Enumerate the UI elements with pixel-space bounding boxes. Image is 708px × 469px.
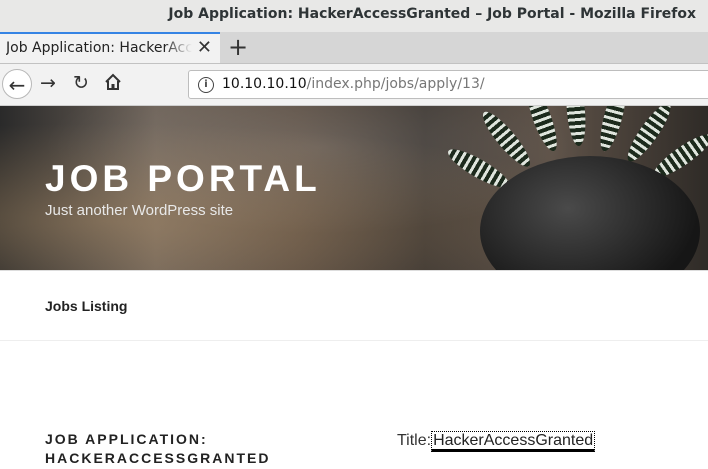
site-title[interactable]: JOB PORTAL [45, 158, 321, 200]
window-title: Job Application: HackerAccessGranted – J… [168, 6, 696, 22]
site-tagline: Just another WordPress site [45, 202, 234, 219]
window-titlebar: Job Application: HackerAccessGranted – J… [0, 0, 708, 32]
job-title-value[interactable]: HackerAccessGranted [431, 431, 596, 452]
job-title-label: Title: [397, 432, 432, 449]
reload-icon: ↻ [73, 72, 89, 94]
arrow-left-icon: ← [8, 73, 26, 97]
entry-title: Job Application: HackerAccessGranted [45, 431, 271, 466]
home-icon [105, 73, 121, 90]
arrow-right-icon: → [40, 72, 56, 94]
new-tab-button[interactable]: + [228, 34, 248, 60]
main-navigation: Jobs Listing [0, 270, 708, 341]
forward-button[interactable]: → [40, 73, 56, 93]
menu-item-jobs-listing[interactable]: Jobs Listing [45, 298, 127, 314]
tab-active[interactable]: Job Application: HackerAccessGranted – J… [0, 32, 220, 63]
url-host: 10.10.10.10 [222, 76, 307, 92]
home-button[interactable] [104, 73, 122, 95]
tab-label: Job Application: HackerAccessGranted – J… [6, 40, 192, 56]
nav-toolbar: ← → ↻ i 10.10.10.10/index.php/jobs/apply… [0, 64, 708, 106]
close-icon[interactable]: ✕ [197, 37, 212, 58]
url-text[interactable]: 10.10.10.10/index.php/jobs/apply/13/ [222, 76, 485, 92]
site-header: JOB PORTAL Just another WordPress site [0, 106, 708, 270]
url-path: /index.php/jobs/apply/13/ [306, 76, 485, 92]
url-bar[interactable]: i 10.10.10.10/index.php/jobs/apply/13/ [188, 70, 708, 99]
reload-button[interactable]: ↻ [73, 73, 89, 93]
info-icon[interactable]: i [198, 77, 214, 93]
job-title-field: Title: HackerAccessGranted [397, 431, 596, 452]
tab-strip: Job Application: HackerAccessGranted – J… [0, 32, 708, 64]
back-button[interactable]: ← [2, 69, 32, 99]
